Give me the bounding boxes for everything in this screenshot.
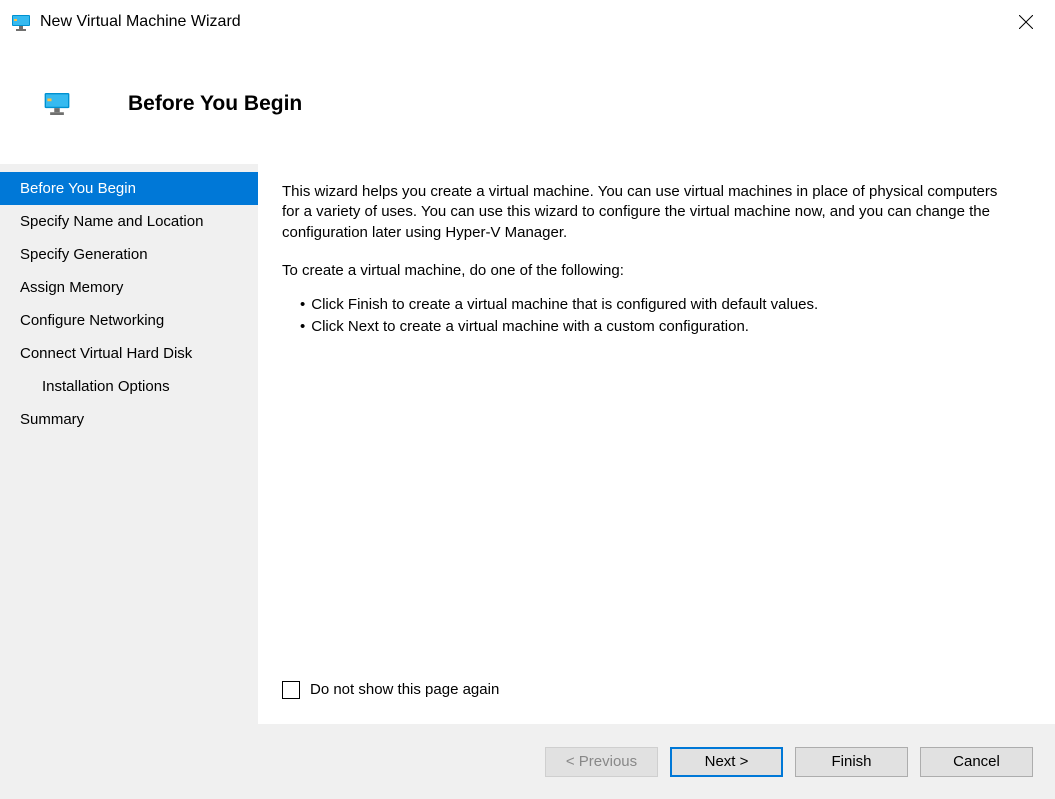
sidebar-item-0[interactable]: Before You Begin (0, 172, 258, 205)
sidebar-item-3[interactable]: Assign Memory (0, 271, 258, 304)
sidebar-item-7[interactable]: Summary (0, 403, 258, 436)
monitor-icon (12, 15, 30, 31)
body: Before You BeginSpecify Name and Locatio… (0, 164, 1055, 724)
sidebar: Before You BeginSpecify Name and Locatio… (0, 164, 258, 724)
sidebar-item-4[interactable]: Configure Networking (0, 304, 258, 337)
sidebar-item-6[interactable]: Installation Options (0, 370, 258, 403)
sidebar-item-1[interactable]: Specify Name and Location (0, 205, 258, 238)
do-not-show-checkbox-row: Do not show this page again (282, 680, 1009, 700)
intro-paragraph: This wizard helps you create a virtual m… (282, 182, 1009, 243)
bullet-item: Click Next to create a virtual machine w… (300, 317, 1009, 337)
next-button[interactable]: Next > (670, 747, 783, 777)
sidebar-item-5[interactable]: Connect Virtual Hard Disk (0, 337, 258, 370)
cancel-button[interactable]: Cancel (920, 747, 1033, 777)
monitor-icon (44, 93, 70, 115)
content-pane: This wizard helps you create a virtual m… (258, 164, 1055, 724)
titlebar: New Virtual Machine Wizard (0, 0, 1055, 44)
page-title: Before You Begin (128, 92, 302, 116)
do-not-show-label: Do not show this page again (310, 680, 499, 700)
window-title: New Virtual Machine Wizard (40, 13, 241, 31)
finish-button[interactable]: Finish (795, 747, 908, 777)
do-not-show-checkbox[interactable] (282, 681, 300, 699)
previous-button: < Previous (545, 747, 658, 777)
bullet-list: Click Finish to create a virtual machine… (300, 295, 1009, 340)
close-button[interactable] (1003, 3, 1049, 41)
footer: < Previous Next > Finish Cancel (0, 724, 1055, 799)
sidebar-item-2[interactable]: Specify Generation (0, 238, 258, 271)
header: Before You Begin (0, 44, 1055, 164)
bullet-item: Click Finish to create a virtual machine… (300, 295, 1009, 315)
instruction-paragraph: To create a virtual machine, do one of t… (282, 261, 1009, 281)
